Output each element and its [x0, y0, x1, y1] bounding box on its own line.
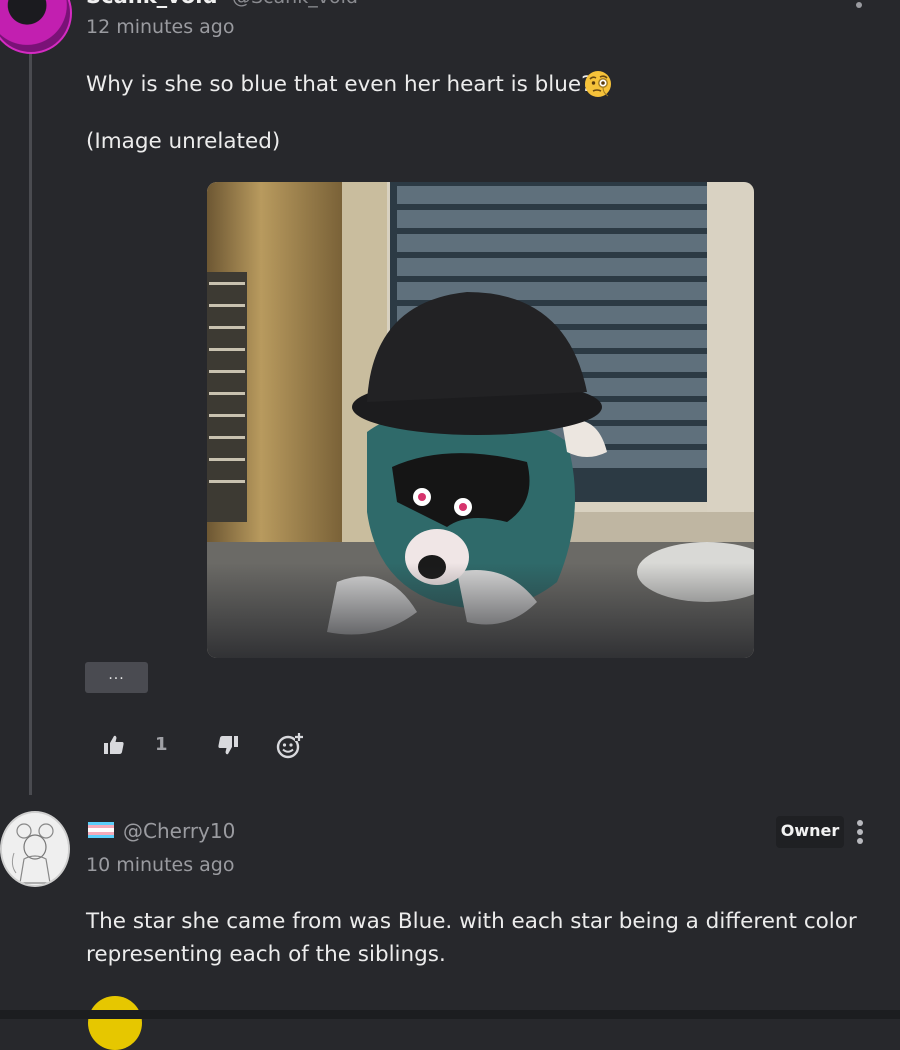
avatar[interactable] [0, 811, 70, 887]
avatar[interactable] [0, 0, 72, 54]
trans-flag-icon [88, 822, 114, 839]
kebab-menu-icon[interactable] [853, 820, 867, 846]
comment-text: Why is she so blue that even her heart i… [86, 72, 593, 97]
comment-timestamp: 12 minutes ago [86, 16, 235, 38]
comment-text-line-1: The star she came from was Blue. with ea… [86, 909, 857, 934]
comment-timestamp: 10 minutes ago [86, 854, 235, 876]
like-count: 1 [155, 734, 168, 755]
more-button[interactable]: ... [85, 662, 148, 693]
thread-line [29, 40, 32, 795]
user-handle[interactable]: @Cherry10 [123, 819, 235, 843]
username[interactable]: Scank_void [86, 0, 218, 8]
thumbs-down-icon[interactable] [216, 733, 240, 757]
thumbs-up-icon[interactable] [102, 733, 126, 757]
owner-badge: Owner [776, 816, 844, 848]
face-with-monocle-icon [585, 71, 611, 97]
kebab-menu-icon[interactable] [856, 2, 862, 8]
add-reaction-icon[interactable] [275, 731, 305, 761]
attached-image[interactable] [207, 182, 754, 658]
avatar[interactable] [88, 996, 142, 1050]
image-caption: (Image unrelated) [86, 129, 281, 154]
bottom-bar [0, 1010, 900, 1019]
plush-photo [207, 182, 754, 658]
comment-text-line-2: representing each of the siblings. [86, 942, 446, 967]
user-handle[interactable]: @Scank_void [232, 0, 358, 8]
